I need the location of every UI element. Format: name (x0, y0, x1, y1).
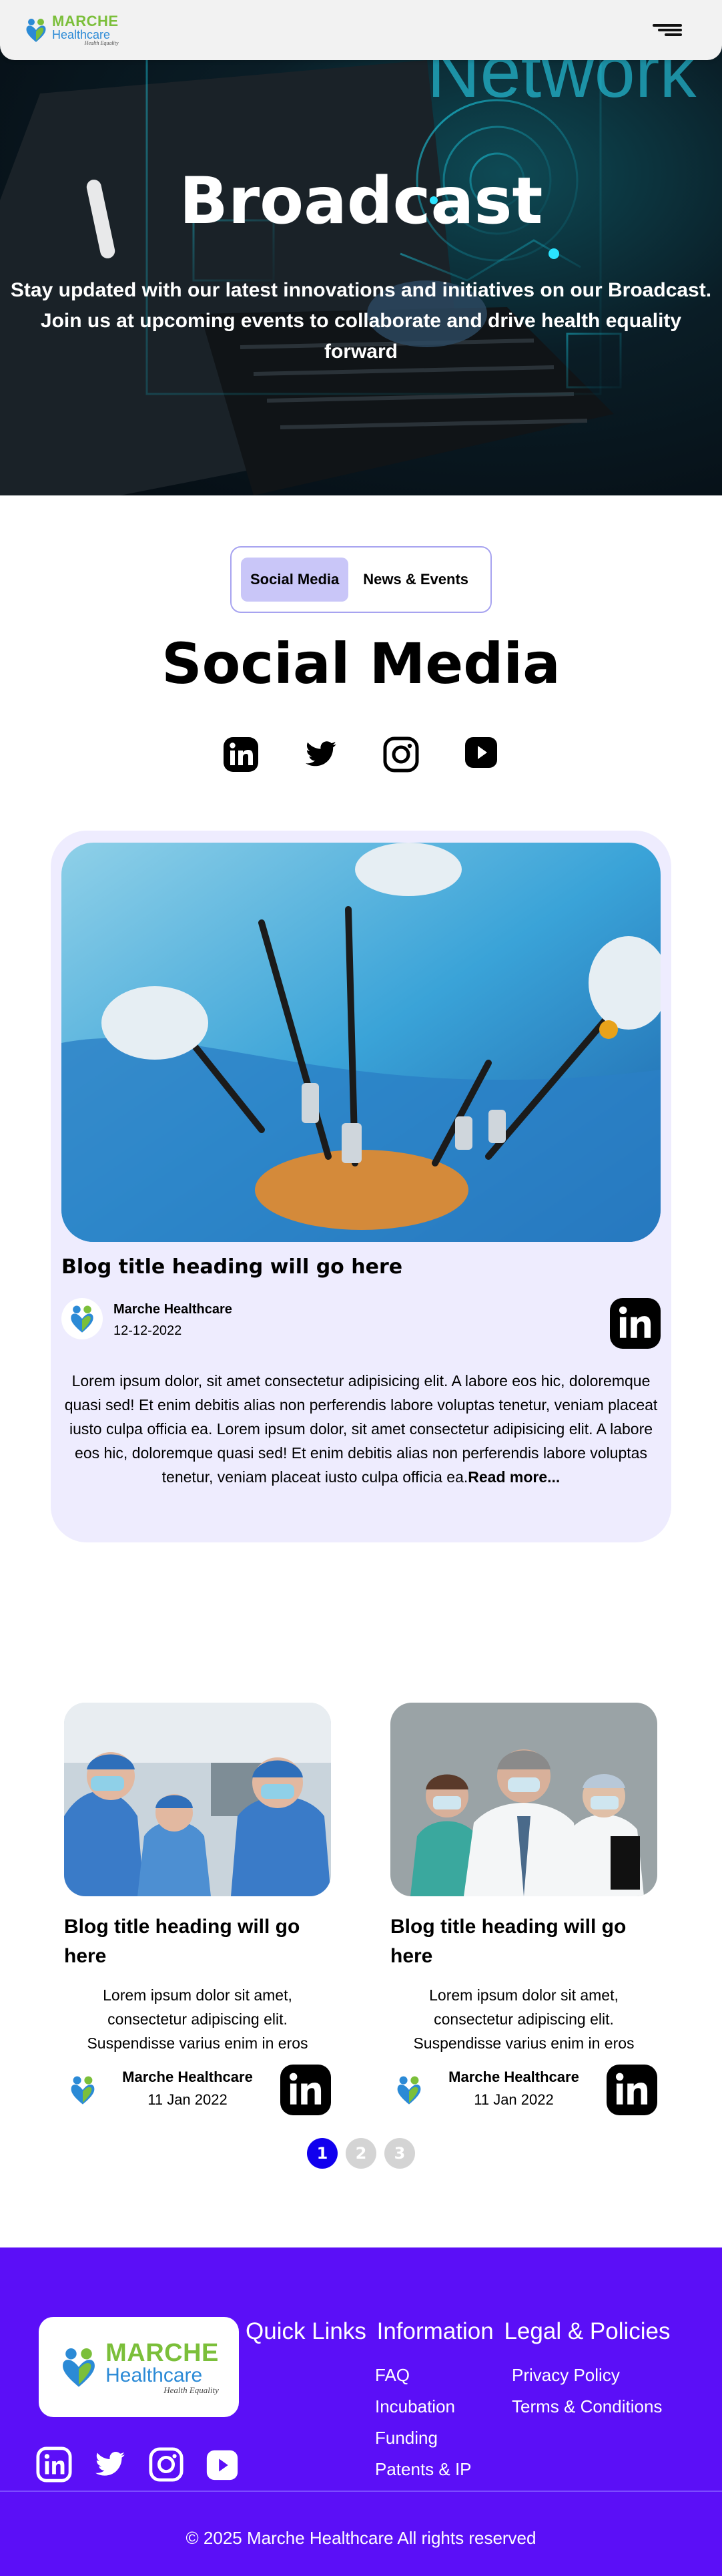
tab-news-events[interactable]: News & Events (354, 558, 478, 602)
hero-title: Broadcast (179, 164, 543, 238)
footer-link-funding[interactable]: Funding (375, 2422, 472, 2454)
section-title: Social Media (161, 631, 561, 696)
footer-link-patents[interactable]: Patents & IP (375, 2454, 472, 2485)
post-card-image (64, 1703, 331, 1896)
post-card-author: Marche Healthcare (122, 2069, 253, 2085)
post-card-footer: Marche Healthcare 11 Jan 2022 (64, 2065, 331, 2115)
post-card[interactable]: Blog title heading will go here Lorem ip… (390, 1703, 657, 2115)
page-button-2[interactable]: 2 (346, 2138, 376, 2169)
page: Network Broadcast Stay updated with our … (0, 0, 722, 2576)
post-card-image (390, 1703, 657, 1896)
featured-post-date: 12-12-2022 (113, 1323, 182, 1338)
featured-post-card[interactable]: Blog title heading will go here Marche H… (51, 831, 671, 1542)
heart-people-icon (63, 2348, 95, 2387)
pagination: 1 2 3 (0, 2138, 722, 2169)
heart-people-icon (26, 19, 46, 42)
footer-information-links: FAQ Incubation Funding Patents & IP (375, 2360, 472, 2485)
linkedin-icon[interactable] (610, 1298, 661, 1349)
footer-heading-quick-links: Quick Links (246, 2318, 366, 2344)
broadcast-tabs: Social Media News & Events (230, 546, 492, 613)
linkedin-icon[interactable] (221, 734, 261, 775)
footer-link-faq[interactable]: FAQ (375, 2360, 472, 2391)
top-header: MARCHE Healthcare Health Equality (0, 0, 722, 60)
linkedin-icon[interactable] (35, 2445, 73, 2484)
footer-heading-legal: Legal & Policies (504, 2318, 671, 2344)
footer-link-privacy[interactable]: Privacy Policy (512, 2360, 662, 2391)
footer-legal-links: Privacy Policy Terms & Conditions (512, 2360, 662, 2422)
author-avatar (61, 1298, 103, 1339)
linkedin-icon[interactable] (607, 2065, 657, 2115)
instagram-icon[interactable] (381, 734, 421, 775)
page-button-3[interactable]: 3 (384, 2138, 415, 2169)
post-card-footer: Marche Healthcare 11 Jan 2022 (390, 2065, 657, 2115)
twitter-icon[interactable] (301, 734, 341, 775)
youtube-icon[interactable] (203, 2445, 242, 2484)
instagram-icon[interactable] (147, 2445, 186, 2484)
featured-post-title[interactable]: Blog title heading will go here (61, 1255, 402, 1279)
logo-marche-text: MARCHE (52, 13, 119, 29)
tab-social-media[interactable]: Social Media (241, 558, 349, 602)
featured-post-author: Marche Healthcare (113, 1302, 232, 1317)
site-footer: MARCHE Healthcare Health Equality Quick … (0, 2247, 722, 2576)
twitter-icon[interactable] (91, 2445, 129, 2484)
hero-background-image: Network (0, 31, 697, 495)
footer-link-terms[interactable]: Terms & Conditions (512, 2391, 662, 2422)
logo-healthcare-text: Healthcare (105, 2364, 203, 2386)
author-avatar (390, 2071, 428, 2109)
post-card-author: Marche Healthcare (448, 2069, 579, 2085)
footer-social-icons (35, 2445, 242, 2484)
hero-subtitle: Stay updated with our latest innovations… (10, 279, 712, 363)
featured-post-body: Lorem ipsum dolor, sit amet consectetur … (61, 1369, 661, 1489)
footer-heading-information: Information (376, 2318, 494, 2344)
post-card-title[interactable]: Blog title heading will go here (390, 1912, 657, 1971)
logo-tagline: Health Equality (163, 2384, 219, 2395)
hamburger-menu-icon[interactable] (653, 20, 682, 40)
footer-divider (0, 2491, 722, 2492)
header-logo[interactable]: MARCHE Healthcare Health Equality (24, 14, 119, 46)
footer-headings: Quick Links Information Legal & Policies (246, 2318, 675, 2345)
logo-healthcare-text: Healthcare (52, 28, 111, 41)
youtube-icon[interactable] (461, 734, 501, 775)
read-more-link[interactable]: Read more... (468, 1468, 560, 1486)
post-card-date: 11 Jan 2022 (147, 2091, 228, 2108)
post-card-title[interactable]: Blog title heading will go here (64, 1912, 331, 1971)
featured-post-image (61, 843, 661, 1242)
footer-logo[interactable]: MARCHE Healthcare Health Equality (39, 2317, 239, 2417)
post-card-excerpt: Lorem ipsum dolor sit amet, consectetur … (413, 1986, 635, 2052)
post-card[interactable]: Blog title heading will go here Lorem ip… (64, 1703, 331, 2115)
featured-post-text: Lorem ipsum dolor, sit amet consectetur … (64, 1372, 658, 1486)
social-icons-row (0, 734, 722, 775)
logo-tagline: Health Equality (84, 40, 119, 46)
post-card-excerpt: Lorem ipsum dolor sit amet, consectetur … (87, 1986, 308, 2052)
linkedin-icon[interactable] (280, 2065, 331, 2115)
author-avatar (64, 2071, 101, 2109)
post-card-date: 11 Jan 2022 (474, 2091, 554, 2108)
page-button-1[interactable]: 1 (307, 2138, 338, 2169)
logo-marche-text: MARCHE (105, 2338, 219, 2367)
hero-banner: Network Broadcast Stay updated with our … (0, 0, 722, 495)
footer-link-incubation[interactable]: Incubation (375, 2391, 472, 2422)
footer-copyright: © 2025 Marche Healthcare All rights rese… (186, 2528, 536, 2548)
